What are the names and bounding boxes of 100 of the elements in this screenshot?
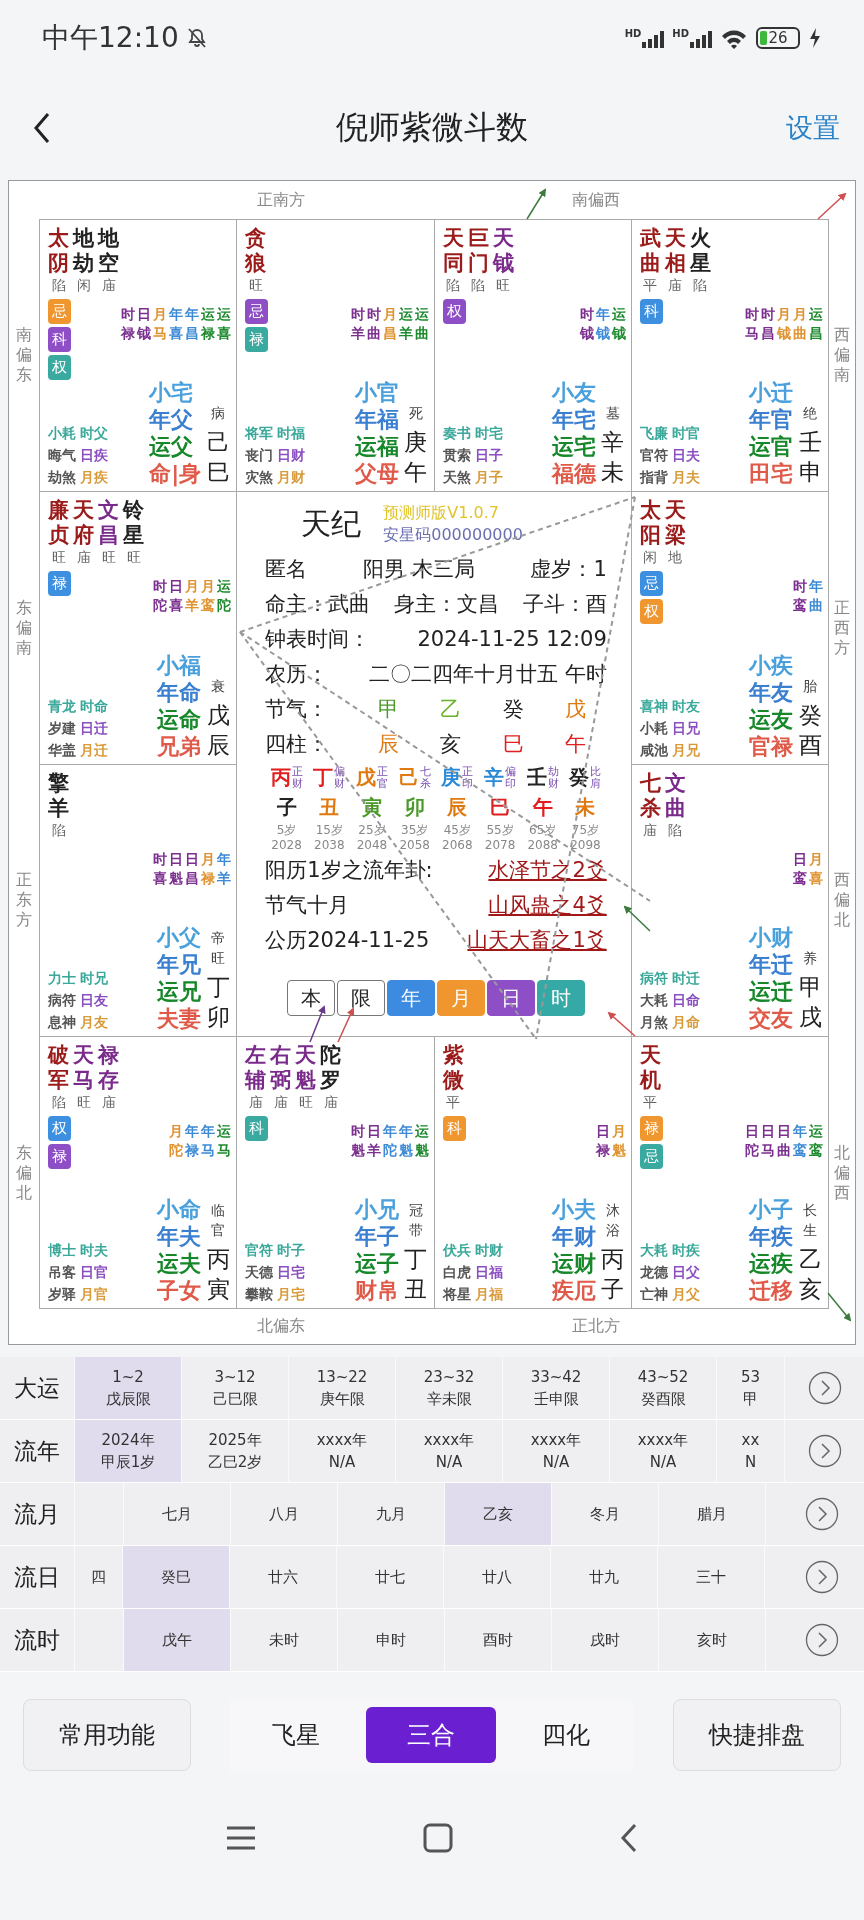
- palace-name: 小友: [551, 379, 596, 407]
- gua-label: 节气十月: [265, 892, 350, 920]
- star-name: 禄存: [98, 1042, 119, 1093]
- quick-chart-button[interactable]: 快捷排盘: [673, 1699, 841, 1771]
- flow-star-label: 时马: [745, 305, 759, 343]
- year-label: 2028: [271, 838, 302, 854]
- palace-name: 年父: [149, 406, 195, 434]
- brightness-label: 平: [446, 1093, 460, 1112]
- palace-name: 田宅: [749, 460, 793, 488]
- home-button[interactable]: [423, 1823, 453, 1853]
- gua-link[interactable]: 水泽节之2爻: [488, 853, 607, 889]
- flow-star-label: 月钺: [777, 305, 791, 343]
- deity-label: 贯索: [442, 446, 471, 466]
- transform-badge: 科: [639, 299, 663, 324]
- transform-badge: 禄: [48, 571, 71, 597]
- deity-label: 亡神: [639, 1285, 668, 1304]
- chevron-circle-icon[interactable]: [805, 1560, 839, 1594]
- brightness-label: 陷: [51, 1093, 66, 1112]
- palace-name: 兄弟: [157, 732, 202, 760]
- timeline-cell[interactable]: 乙亥: [445, 1483, 552, 1545]
- direction-label: 西偏北: [834, 870, 850, 931]
- palace-name: 小命: [157, 1196, 202, 1223]
- deity-label: 官符: [245, 1241, 274, 1260]
- stem-char: 己: [398, 764, 419, 792]
- palace-name: 运宅: [551, 433, 596, 461]
- ten-god-label: 正财: [291, 765, 303, 790]
- brightness-label: 庙: [668, 277, 683, 295]
- deity-label: 日财: [277, 446, 306, 466]
- palace-name: 子女: [157, 1277, 202, 1304]
- stem-char: 辛: [484, 764, 505, 792]
- flow-star-label: 日曲: [777, 1121, 791, 1160]
- timeline-cell[interactable]: 癸巳: [123, 1546, 230, 1608]
- deity-label: 日友: [80, 990, 108, 1010]
- gua-label: 公历2024-11-25: [265, 927, 430, 955]
- back-button[interactable]: [619, 1823, 639, 1853]
- timeline-cell[interactable]: 2024年 甲辰1岁: [75, 1420, 182, 1482]
- flow-star-label: 月羊: [185, 577, 200, 616]
- star-name: 天同: [442, 226, 464, 276]
- palace-name: 运友: [749, 705, 793, 733]
- palace-name: 命|身: [149, 460, 202, 488]
- common-functions-button[interactable]: 常用功能: [23, 1699, 191, 1771]
- palace-name: 福德: [551, 460, 596, 488]
- direction-label: 正北方: [571, 1316, 620, 1337]
- arrow: [817, 192, 847, 220]
- flow-star-label: 运魁: [414, 1121, 429, 1160]
- life-stage-label: 长生: [803, 1201, 817, 1240]
- flow-star-label: 运鸾: [809, 1121, 823, 1160]
- flow-star-label: 月禄: [201, 849, 216, 888]
- palace-name: 年迁: [749, 950, 793, 978]
- flow-star-label: 时曲: [366, 305, 381, 343]
- palace-name: 运财: [551, 1250, 596, 1277]
- settings-button[interactable]: 设置: [786, 109, 840, 146]
- layer-button[interactable]: 年: [387, 980, 435, 1017]
- segment-tab[interactable]: 四化: [500, 1707, 631, 1763]
- chevron-circle-icon[interactable]: [807, 1434, 842, 1468]
- earthly-branch: 午: [404, 458, 427, 488]
- flow-star-label: 月魁: [611, 1121, 626, 1160]
- brightness-label: 旺: [51, 549, 66, 568]
- flow-star-label: 运曲: [414, 305, 429, 343]
- palace-name: 小兄: [354, 1196, 399, 1223]
- deity-label: 华盖: [48, 740, 76, 760]
- earthly-branch: 申: [798, 458, 822, 488]
- gua-link[interactable]: 山天大畜之1爻: [467, 923, 607, 959]
- brightness-label: 陷: [51, 821, 66, 840]
- palace-name: 小官: [354, 379, 399, 407]
- segment-tab[interactable]: 三合: [366, 1707, 496, 1763]
- deity-label: 月财: [277, 468, 306, 488]
- layer-button[interactable]: 本: [287, 980, 335, 1017]
- layer-button[interactable]: 日: [487, 980, 535, 1017]
- stem-char: 丁: [313, 764, 334, 792]
- ten-god-label: 正官: [376, 765, 388, 790]
- chevron-circle-icon[interactable]: [805, 1497, 839, 1531]
- info-text: 身主：文昌: [394, 591, 499, 619]
- deity-label: 指背: [639, 468, 668, 488]
- flow-star-label: 日马: [761, 1121, 775, 1160]
- deity-label: 月疾: [80, 468, 108, 488]
- deity-label: 日命: [671, 990, 700, 1010]
- palace-name: 年疾: [749, 1223, 793, 1250]
- timeline-cell[interactable]: 1~2 戊辰限: [75, 1357, 182, 1419]
- segment-tab[interactable]: 飞星: [231, 1707, 362, 1763]
- heavenly-stem: 庚: [404, 428, 427, 458]
- palace-name: 年命: [157, 678, 202, 706]
- heavenly-stem: 丁: [404, 1245, 427, 1274]
- flow-star-label: 时喜: [153, 849, 168, 888]
- deity-label: 将星: [442, 1285, 471, 1304]
- flow-star-label: 时钺: [579, 305, 594, 343]
- deity-label: 病符: [639, 968, 668, 988]
- chevron-circle-icon[interactable]: [805, 1623, 839, 1657]
- deity-label: 伏兵: [442, 1241, 471, 1260]
- deity-label: 劫煞: [48, 468, 76, 488]
- flow-star-label: 时禄: [121, 305, 136, 343]
- timeline-cell[interactable]: 戊午: [124, 1609, 231, 1671]
- earthly-branch: 戌: [798, 1002, 822, 1032]
- flow-star-label: 运陀: [217, 577, 232, 616]
- branch-char: 丑: [319, 794, 340, 822]
- menu-button[interactable]: [225, 1824, 257, 1852]
- heavenly-stem: 壬: [798, 428, 822, 458]
- life-stage-label: 绝: [803, 404, 817, 424]
- chevron-circle-icon[interactable]: [807, 1371, 842, 1405]
- layer-button[interactable]: 限: [337, 980, 385, 1017]
